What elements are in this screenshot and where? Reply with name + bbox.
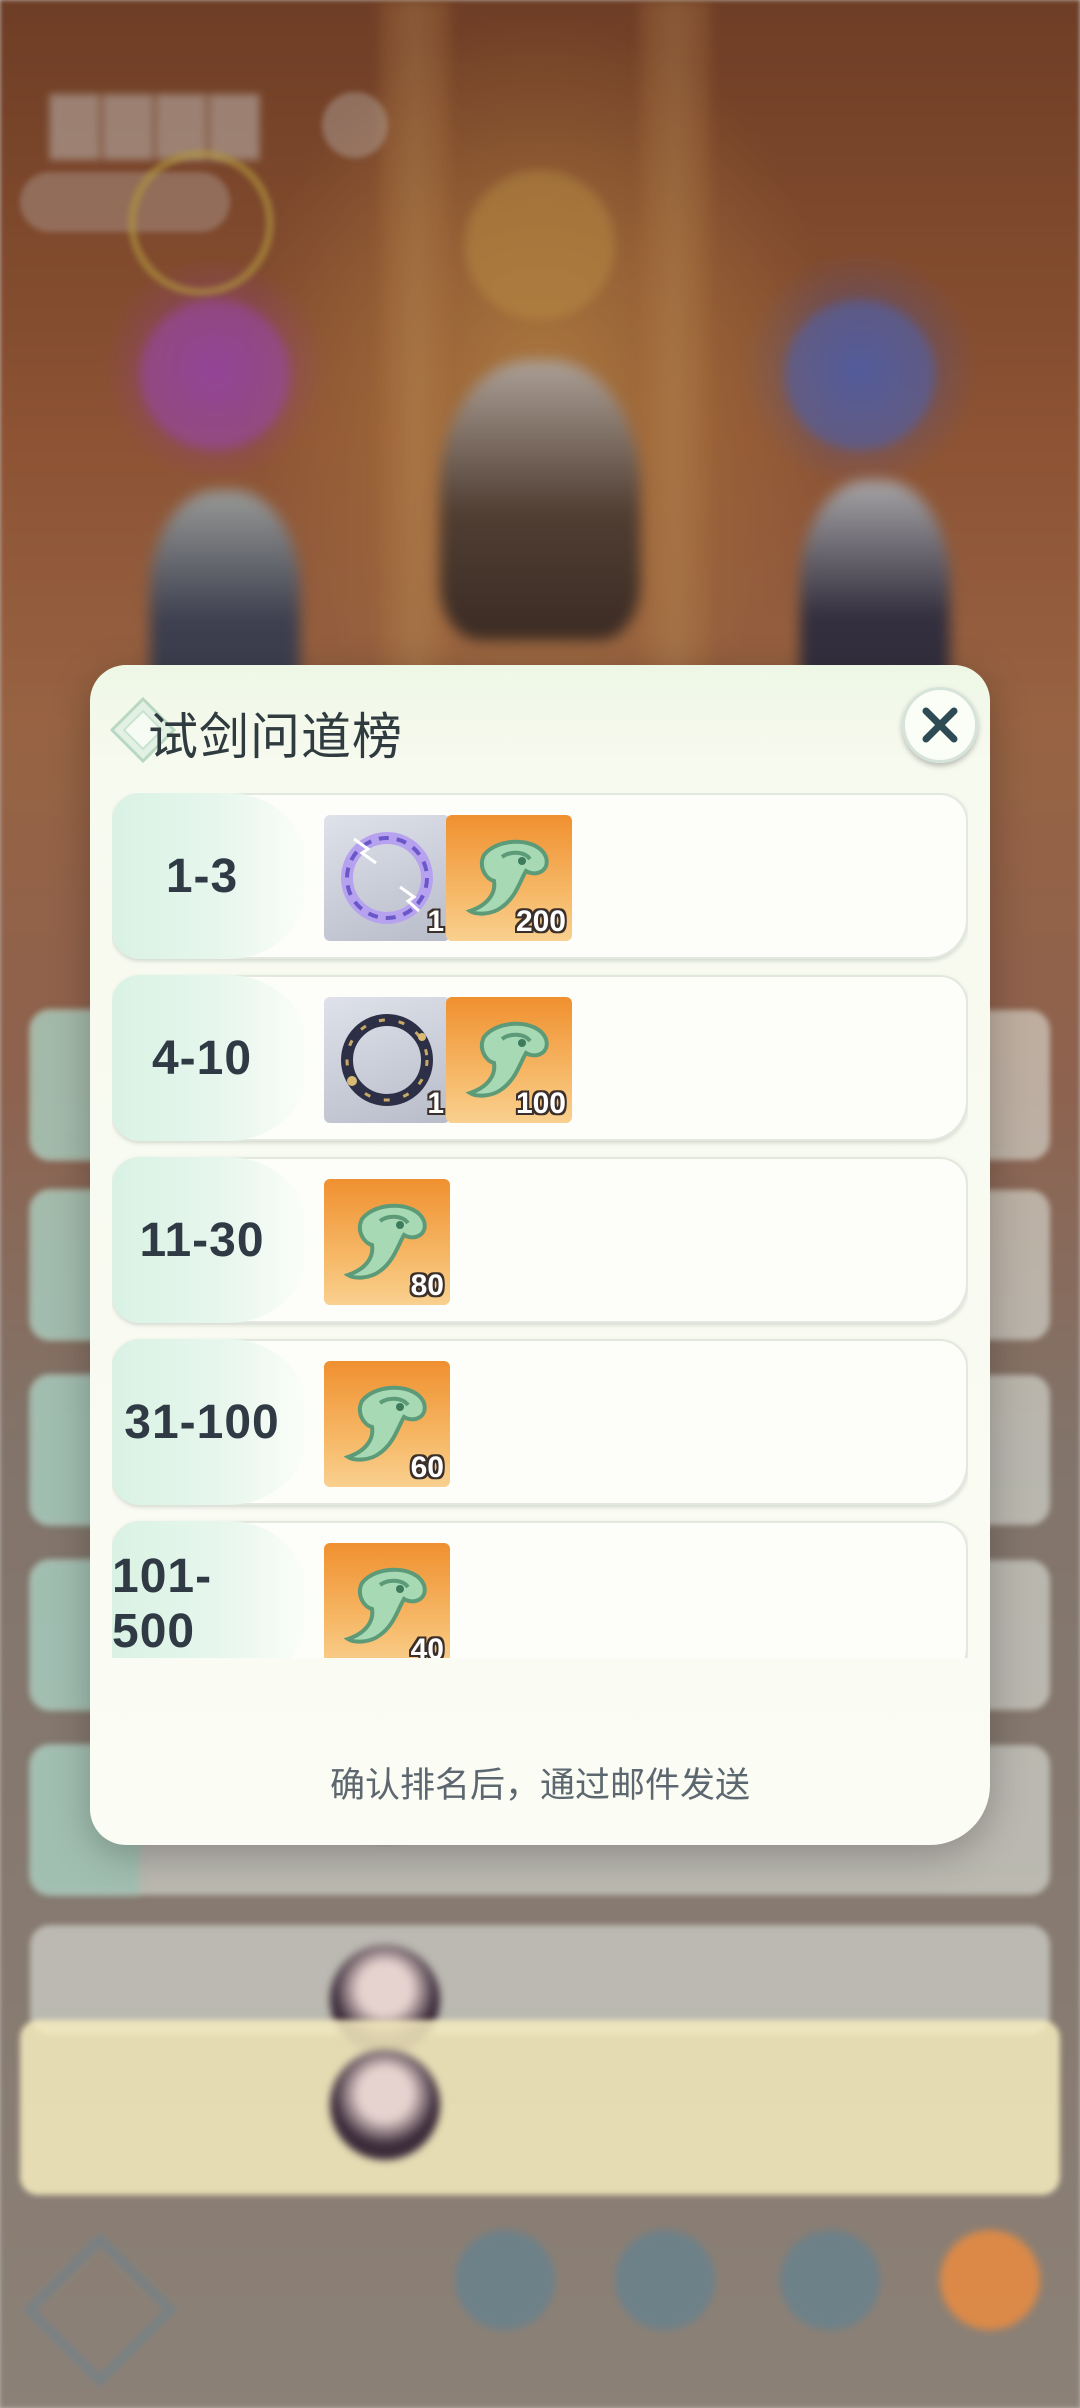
item-count: 60	[410, 1451, 444, 1484]
background-list-row	[30, 1925, 1050, 2035]
item-count: 100	[515, 1087, 566, 1120]
item-count: 80	[410, 1269, 444, 1302]
reward-item[interactable]: 80	[324, 1179, 450, 1305]
rank-range-label: 1-3	[165, 849, 239, 903]
rank-range-label: 31-100	[124, 1395, 280, 1449]
dialog-title: 试剑问道榜	[148, 709, 403, 765]
mail-delivery-note: 确认排名后，通过邮件发送	[329, 1766, 750, 1805]
reward-item[interactable]: 1	[324, 997, 450, 1123]
reward-tier-row: 31-100 60	[112, 1339, 968, 1505]
reward-tier-row: 11-30 80	[112, 1157, 968, 1323]
background-nav-icon	[615, 2230, 715, 2330]
rank-range-label: 11-30	[139, 1213, 265, 1267]
close-button[interactable]	[902, 687, 978, 763]
rank-range-label: 4-10	[151, 1031, 253, 1085]
close-x-icon	[922, 707, 958, 743]
item-count: 200	[515, 905, 566, 938]
reward-item[interactable]: 40	[324, 1543, 450, 1658]
reward-item[interactable]: 200	[446, 815, 572, 941]
reward-tier-row: 4-10 1 100	[112, 975, 968, 1141]
item-count: 1	[427, 1087, 444, 1120]
item-count: 1	[427, 905, 444, 938]
reward-item[interactable]: 100	[446, 997, 572, 1123]
item-count: 40	[410, 1633, 444, 1658]
reward-tier-row: 101-500 40	[112, 1521, 968, 1658]
reward-item[interactable]: 1	[324, 815, 450, 941]
background-nav-icon	[455, 2230, 555, 2330]
reward-dialog: 试剑问道榜 1-3 1 200 4-10 1 100 11-30 80 31-1…	[90, 665, 990, 1845]
reward-item[interactable]: 60	[324, 1361, 450, 1487]
reward-tier-row: 1-3 1 200	[112, 793, 968, 959]
background-nav-icon	[780, 2230, 880, 2330]
background-avatar	[330, 2050, 440, 2160]
reward-tier-list[interactable]: 1-3 1 200 4-10 1 100 11-30 80 31-100 60 …	[112, 793, 968, 1658]
rank-range-label: 101-500	[112, 1550, 213, 1658]
background-nav-icon-active	[940, 2230, 1040, 2330]
background-my-rank-row	[20, 2020, 1060, 2195]
